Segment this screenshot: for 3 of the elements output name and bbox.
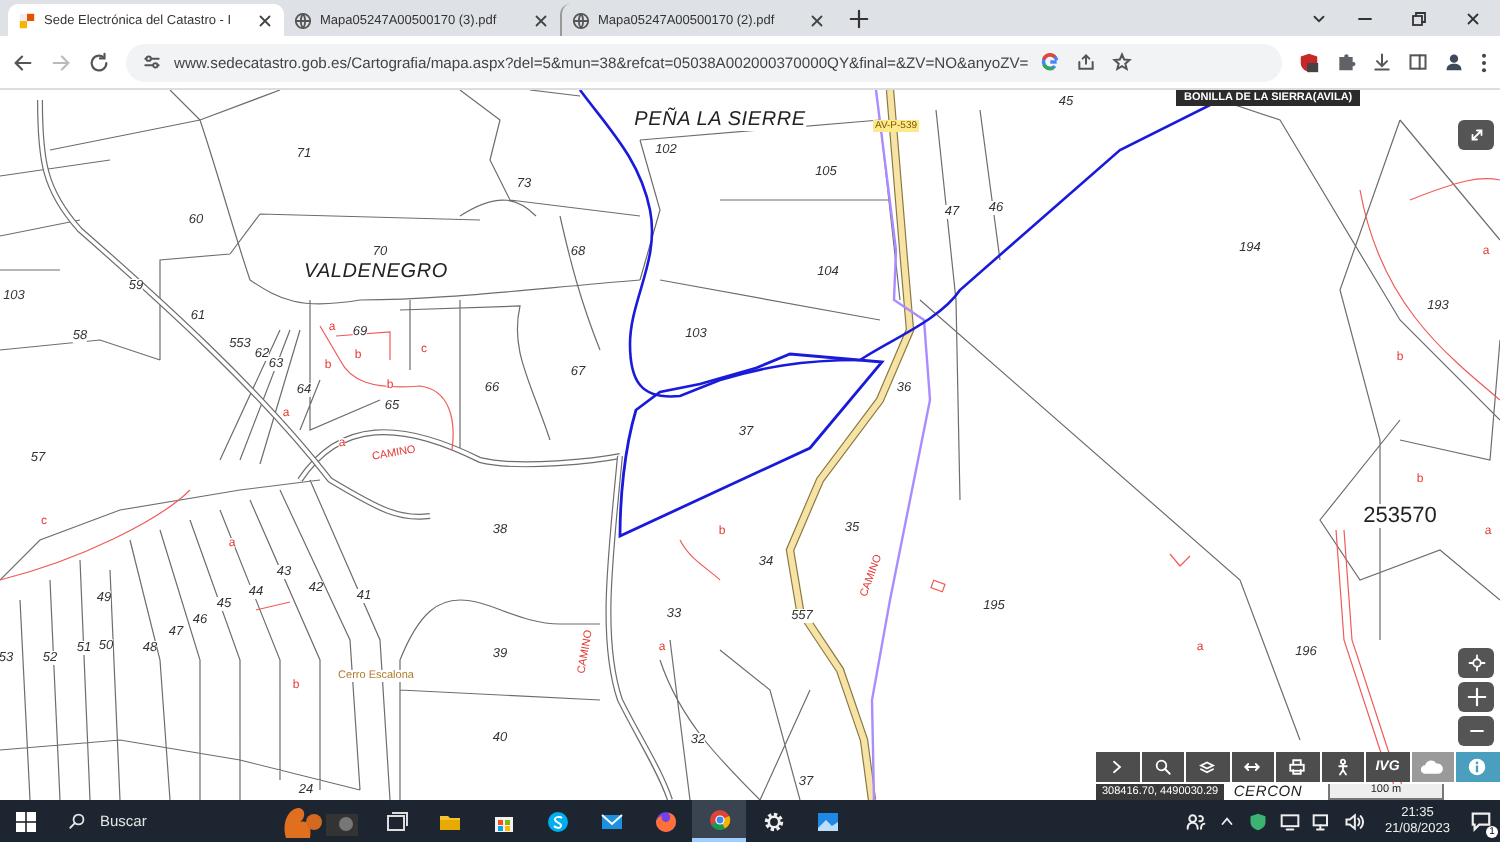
place-name: PEÑA LA SIERRE bbox=[634, 109, 806, 131]
sheet-number: 253570 bbox=[1363, 504, 1437, 528]
place-name: VALDENEGRO bbox=[304, 261, 448, 283]
